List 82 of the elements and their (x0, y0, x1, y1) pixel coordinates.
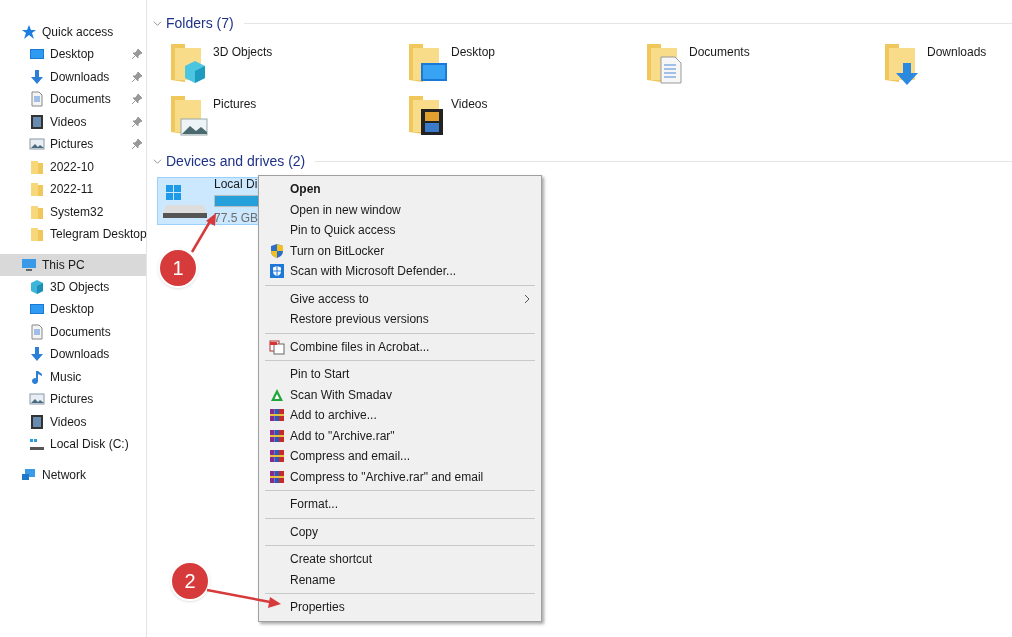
menu-item[interactable]: Properties (259, 597, 541, 618)
nav-item[interactable]: Pictures (0, 133, 146, 156)
picture-icon (29, 391, 45, 408)
down-arrow-icon (29, 68, 45, 85)
menu-item[interactable]: Open (259, 179, 541, 200)
folder-tile[interactable]: Documents (645, 37, 883, 89)
menu-item[interactable]: Pin to Quick access (259, 220, 541, 241)
menu-item[interactable]: Pin to Start (259, 364, 541, 385)
nav-item[interactable]: Pictures (0, 388, 146, 411)
menu-item[interactable]: Turn on BitLocker (259, 240, 541, 261)
folder-icon (169, 93, 209, 137)
nav-item[interactable]: Local Disk (C:) (0, 433, 146, 456)
folder-icon (407, 41, 447, 85)
menu-item[interactable]: Combine files in Acrobat... (259, 336, 541, 357)
nav-item[interactable]: Downloads (0, 343, 146, 366)
folder-icon (29, 226, 45, 243)
film-icon (29, 413, 45, 430)
nav-item[interactable]: Desktop (0, 43, 146, 66)
menu-item[interactable]: Scan with Microsoft Defender... (259, 261, 541, 282)
menu-item[interactable]: Give access to (259, 288, 541, 309)
nav-item[interactable]: Quick access (0, 21, 146, 43)
drive-icon (162, 183, 208, 219)
nav-item[interactable]: Music (0, 365, 146, 388)
menu-item[interactable]: Format... (259, 494, 541, 515)
books-icon (269, 407, 285, 424)
chevron-right-icon (523, 293, 531, 304)
cube-icon (29, 278, 45, 295)
folder-tile[interactable]: 3D Objects (169, 37, 407, 89)
nav-item[interactable]: 2022-11 (0, 178, 146, 201)
menu-item[interactable]: Add to archive... (259, 405, 541, 426)
computer-icon (21, 256, 37, 273)
nav-item[interactable]: Videos (0, 110, 146, 133)
books-icon (269, 448, 285, 465)
nav-item[interactable]: Videos (0, 410, 146, 433)
nav-item[interactable]: System32 (0, 200, 146, 223)
nav-item[interactable]: Downloads (0, 65, 146, 88)
menu-item[interactable]: Rename (259, 569, 541, 590)
drive-label: Local Di (214, 176, 258, 193)
document-icon (29, 323, 45, 340)
callout-badge: 2 (170, 561, 210, 601)
menu-item[interactable]: Open in new window (259, 199, 541, 220)
menu-item[interactable]: Compress and email... (259, 446, 541, 467)
nav-item[interactable]: Desktop (0, 298, 146, 321)
nav-item[interactable]: This PC (0, 253, 146, 276)
network-icon (21, 466, 37, 483)
menu-item[interactable]: Compress to "Archive.rar" and email (259, 466, 541, 487)
drive-icon (29, 436, 45, 453)
nav-item[interactable]: Telegram Desktop (0, 223, 146, 246)
books-icon (269, 468, 285, 485)
menu-item[interactable]: Restore previous versions (259, 309, 541, 330)
down-arrow-icon (29, 346, 45, 363)
nav-item[interactable]: Documents (0, 320, 146, 343)
folder-tile[interactable]: Pictures (169, 89, 407, 141)
picture-icon (29, 136, 45, 153)
folder-tile[interactable]: Videos (407, 89, 645, 141)
nav-item[interactable]: Documents (0, 88, 146, 111)
chevron-icon[interactable] (153, 157, 162, 166)
folder-icon (29, 158, 45, 175)
folder-icon (29, 203, 45, 220)
menu-item[interactable]: Add to "Archive.rar" (259, 425, 541, 446)
folder-tile[interactable]: Desktop (407, 37, 645, 89)
shield-icon (269, 242, 285, 259)
nav-item[interactable]: 3D Objects (0, 275, 146, 298)
folder-icon (645, 41, 685, 85)
callout-badge: 1 (158, 248, 198, 288)
folder-icon (29, 181, 45, 198)
nav-item[interactable]: Network (0, 463, 146, 486)
chevron-icon[interactable] (153, 19, 162, 28)
menu-item[interactable]: Create shortcut (259, 549, 541, 570)
shield-icon (269, 263, 285, 280)
menu-item[interactable]: Copy (259, 521, 541, 542)
section-header: Devices and drives (2) (166, 152, 306, 171)
books-icon (269, 427, 285, 444)
document-icon (29, 91, 45, 108)
menu-item[interactable]: Scan With Smadav (259, 384, 541, 405)
film-icon (29, 113, 45, 130)
music-note-icon (29, 368, 45, 385)
documents-icon (269, 338, 285, 355)
star-icon (21, 24, 37, 40)
folder-tile[interactable]: Downloads (883, 37, 1012, 89)
section-header: Folders (7) (166, 14, 234, 33)
nav-item[interactable]: 2022-10 (0, 155, 146, 178)
